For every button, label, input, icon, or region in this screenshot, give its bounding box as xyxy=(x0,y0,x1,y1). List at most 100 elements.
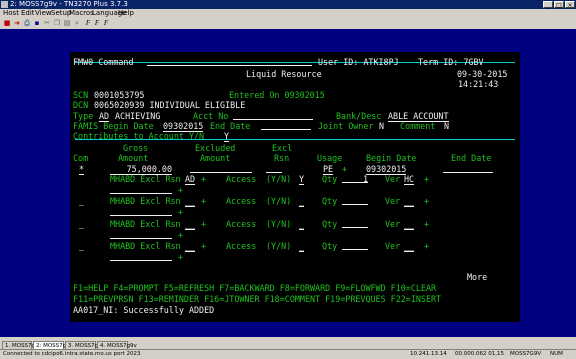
usage-prompt[interactable]: + xyxy=(342,164,347,174)
col-excluded-amount: Amount xyxy=(200,153,231,163)
amount-line-field[interactable]: + xyxy=(178,185,183,195)
yn-label: (Y/N) xyxy=(266,174,292,184)
qty-field[interactable] xyxy=(342,196,368,205)
comment-value[interactable]: N xyxy=(444,121,449,131)
mhabd-label: MHABD Excl Rsn xyxy=(110,174,181,184)
menu-macros[interactable]: Macros xyxy=(69,9,94,18)
qty-label: Qty xyxy=(322,174,338,184)
row-com-marker[interactable]: _ xyxy=(79,219,84,229)
toolbar: ■ ➜ ⎙ ▪ ✂ ❐ ▤ ⌕ F F F xyxy=(0,18,576,28)
mhabd-prompt[interactable]: + xyxy=(201,219,206,229)
user-id: User ID: ATKI8PJ xyxy=(318,57,399,67)
minimize-button[interactable]: _ xyxy=(543,1,553,9)
access-field[interactable]: Y xyxy=(299,174,305,185)
comment-label: Comment xyxy=(400,121,436,131)
com-field[interactable]: * xyxy=(79,164,85,175)
ver-field[interactable]: __ xyxy=(404,219,415,230)
access-label: Access xyxy=(226,219,257,229)
ver-prompt[interactable]: + xyxy=(424,241,429,251)
access-field[interactable]: _ xyxy=(299,241,305,252)
col-gross: Gross xyxy=(123,143,149,153)
ver-label: Ver xyxy=(385,219,401,229)
amount-underline[interactable] xyxy=(110,207,172,216)
ver-prompt[interactable]: + xyxy=(424,196,429,206)
command-input[interactable] xyxy=(147,57,312,66)
pf-keys-line-2: F11=PREVPRSN F13=REMINDER F16=JTOWNER F1… xyxy=(73,294,442,304)
mhabd-code-field[interactable]: __ xyxy=(185,196,196,207)
access-field[interactable]: _ xyxy=(299,219,305,230)
contributes-field[interactable]: Y xyxy=(224,131,230,142)
qty-label: Qty xyxy=(322,196,338,206)
font-icon[interactable]: F xyxy=(84,19,92,27)
maximize-button[interactable]: □ xyxy=(554,1,564,9)
print-icon[interactable]: ⎙ xyxy=(23,19,31,27)
stop-icon[interactable]: ■ xyxy=(3,19,11,27)
cut-icon[interactable]: ✂ xyxy=(43,19,51,27)
mhabd-code-field[interactable]: __ xyxy=(185,219,196,230)
excluded-amount-field[interactable] xyxy=(190,164,252,173)
amount-underline[interactable] xyxy=(110,252,172,261)
ver-field[interactable]: __ xyxy=(404,241,415,252)
dcn-value: 0065020939 INDIVIDUAL ELIGIBLE xyxy=(94,100,246,110)
access-field[interactable]: _ xyxy=(299,196,305,207)
copy-icon[interactable]: ❐ xyxy=(53,19,61,27)
row-com-marker[interactable]: _ xyxy=(79,196,84,206)
screen-date: 09-30-2015 xyxy=(457,69,508,79)
session-tab-2[interactable]: 2: MOSS7g9v xyxy=(33,341,73,349)
end-date-label: End Date xyxy=(210,121,251,131)
mhabd-prompt[interactable]: + xyxy=(201,196,206,206)
col-excl: Excl xyxy=(272,143,293,153)
ver-prompt[interactable]: + xyxy=(424,219,429,229)
amount-line-field[interactable]: + xyxy=(178,230,183,240)
amount-line-field[interactable]: + xyxy=(178,207,183,217)
session-tab-3[interactable]: 3. MOSS7g9v xyxy=(65,341,105,349)
session-tab-1[interactable]: 1. MOSS7g9v xyxy=(2,341,42,349)
ver-field[interactable]: __ xyxy=(404,196,415,207)
amount-underline[interactable] xyxy=(110,230,172,239)
entered-on: Entered On 09302015 xyxy=(229,90,325,100)
menu-edit[interactable]: Edit xyxy=(21,9,35,18)
session-tab-4[interactable]: 4. MOSS7g9v xyxy=(97,341,137,349)
acct-no-field[interactable] xyxy=(233,111,313,120)
font-larger-icon[interactable]: F xyxy=(93,19,101,27)
row-com-marker[interactable]: _ xyxy=(79,241,84,251)
menu-help[interactable]: Help xyxy=(118,9,134,18)
amount-underline[interactable] xyxy=(110,185,172,194)
paste-icon[interactable]: ▤ xyxy=(63,19,71,27)
qty-field[interactable]: 1 xyxy=(342,174,368,184)
screen-time: 14:21:43 xyxy=(458,79,499,89)
session-tabs: 1. MOSS7g9v 2: MOSS7g9v 3. MOSS7g9v 4. M… xyxy=(0,340,576,349)
status-message: AA017_NI: Successfully ADDED xyxy=(73,305,215,315)
mhabd-code-field[interactable]: AD xyxy=(185,174,196,185)
mhabd-prompt[interactable]: + xyxy=(201,241,206,251)
qty-label: Qty xyxy=(322,241,338,251)
save-icon[interactable]: ▪ xyxy=(33,19,41,27)
ver-field[interactable]: HC xyxy=(404,174,415,185)
ver-prompt[interactable]: + xyxy=(424,174,429,184)
terminal-panel[interactable]: FMW0 Command User ID: ATKI8PJ Term ID: 7… xyxy=(70,52,520,322)
title-bar: 2: MOSS7g9v - TN3270 Plus 3.7.3 _ □ × xyxy=(0,0,576,9)
joint-owner-value[interactable]: N xyxy=(379,121,384,131)
font-smaller-icon[interactable]: F xyxy=(102,19,110,27)
menu-view[interactable]: View xyxy=(35,9,52,18)
contributes-label: Contributes to Account Y/N xyxy=(73,131,205,141)
amount-line-field[interactable]: + xyxy=(178,252,183,262)
pf-keys-line-1: F1=HELP F4=PROMPT F5=REFRESH F7=BACKWARD… xyxy=(73,283,437,293)
find-icon[interactable]: ⌕ xyxy=(73,19,81,27)
mhabd-code-field[interactable]: __ xyxy=(185,241,196,252)
end-date-row-field[interactable] xyxy=(443,164,493,173)
excl-rsn-field[interactable] xyxy=(266,164,282,173)
bank-label: Bank/Desc xyxy=(336,111,382,121)
qty-field[interactable] xyxy=(342,241,368,250)
close-button[interactable]: × xyxy=(565,1,575,9)
col-com: Com xyxy=(73,153,89,163)
joint-owner-label: Joint Owner xyxy=(318,121,374,131)
menu-host[interactable]: Host xyxy=(3,9,19,18)
more-indicator: More xyxy=(467,272,488,282)
menu-bar: Host Edit View Setup Macros Language Hel… xyxy=(0,9,576,18)
end-date-field[interactable] xyxy=(261,121,311,130)
mhabd-label: MHABD Excl Rsn xyxy=(110,241,181,251)
mhabd-prompt[interactable]: + xyxy=(201,174,206,184)
qty-field[interactable] xyxy=(342,219,368,228)
arrow-icon[interactable]: ➜ xyxy=(13,19,21,27)
